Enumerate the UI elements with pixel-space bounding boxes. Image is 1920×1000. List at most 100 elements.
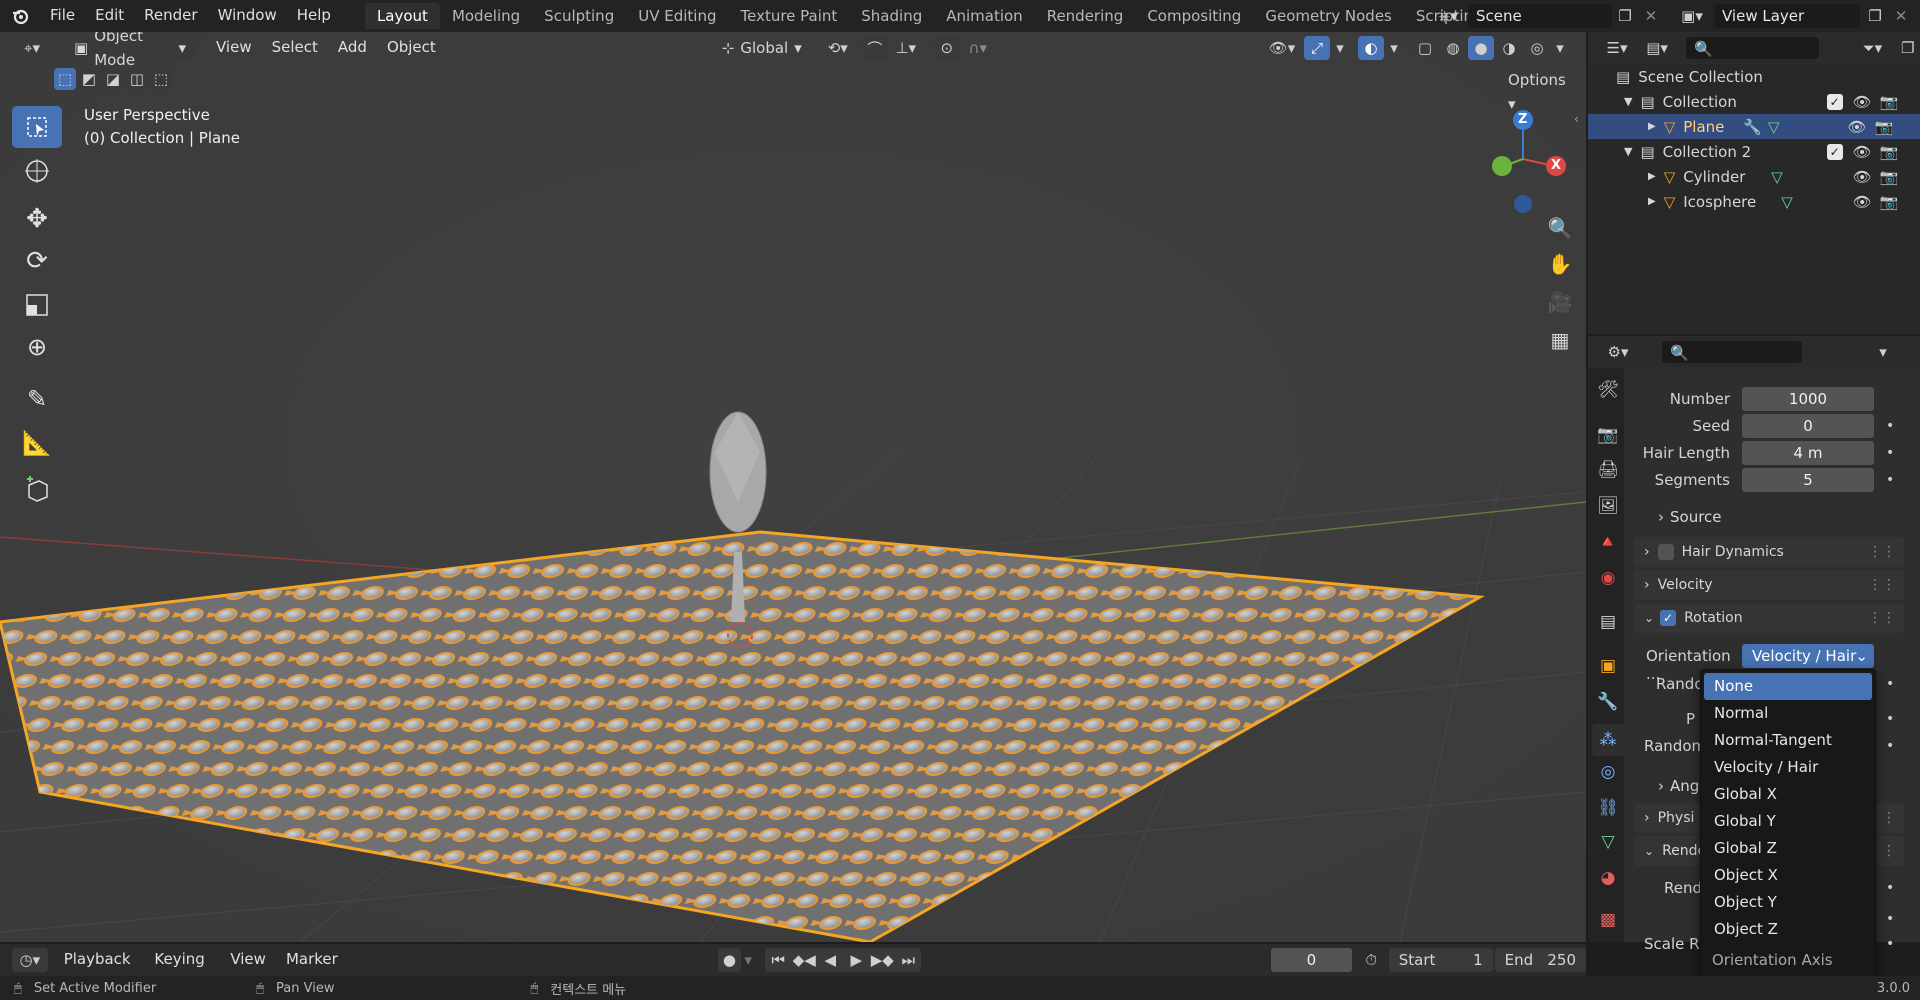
pan-hand-icon[interactable]: ✋: [1544, 248, 1576, 280]
rendered-shading-icon[interactable]: ◎: [1524, 36, 1550, 60]
tab-data-icon[interactable]: ▽: [1596, 832, 1620, 852]
view-layer-field[interactable]: View Layer: [1714, 4, 1860, 28]
tool-transform[interactable]: ⊕: [12, 326, 62, 368]
tab-shading[interactable]: Shading: [849, 3, 934, 29]
drag-handle-icon[interactable]: ⋮⋮: [1868, 610, 1896, 626]
seed-keyframe-dot[interactable]: •: [1886, 418, 1894, 434]
hair-dynamics-panel[interactable]: › Hair Dynamics ⋮⋮: [1634, 537, 1904, 567]
menu-help[interactable]: Help: [287, 0, 341, 32]
tab-modifiers-icon[interactable]: 🔧: [1596, 692, 1620, 712]
proportional-edit-icon[interactable]: ⊙: [933, 36, 960, 60]
select-invert-icon[interactable]: ◫: [126, 68, 148, 90]
tab-constraints-icon[interactable]: ⛓: [1596, 798, 1620, 818]
orientation-option-normal[interactable]: Normal: [1704, 700, 1872, 727]
tab-scene-icon[interactable]: 🔺: [1596, 532, 1620, 552]
select-subtract-icon[interactable]: ◪: [102, 68, 124, 90]
orientation-option-object-y[interactable]: Object Y: [1704, 889, 1872, 916]
play-icon[interactable]: ▶: [843, 948, 869, 972]
menu-file[interactable]: File: [40, 0, 85, 32]
tab-layout[interactable]: Layout: [364, 3, 440, 29]
select-extend-icon[interactable]: ◩: [78, 68, 100, 90]
render-camera-icon[interactable]: 📷: [1880, 193, 1899, 211]
viewport-menu-add[interactable]: Add: [328, 32, 377, 64]
visibility-eye-icon[interactable]: 👁: [1853, 93, 1872, 111]
transform-orientation-dropdown[interactable]: ⊹ Global ▾: [714, 36, 810, 60]
shading-menu-icon[interactable]: ▾: [1552, 36, 1568, 60]
tool-measure[interactable]: 📐: [12, 422, 62, 464]
proportional-falloff-icon[interactable]: ∩▾: [960, 36, 996, 60]
snap-toggle-icon[interactable]: ⌒: [861, 36, 888, 60]
outliner-search-input[interactable]: 🔍: [1686, 37, 1820, 59]
collection-exclude-checkbox[interactable]: ✓: [1826, 93, 1843, 110]
orientation-option-global-z[interactable]: Global Z: [1704, 835, 1872, 862]
collapse-sidebar-icon[interactable]: ‹: [1574, 112, 1579, 126]
timeline-keying-menu[interactable]: Keying ▾: [144, 944, 220, 998]
tab-uv-editing[interactable]: UV Editing: [626, 3, 728, 29]
visibility-eye-icon[interactable]: 👁: [1853, 143, 1872, 161]
orientation-dropdown[interactable]: Velocity / Hair ⌄: [1742, 644, 1874, 668]
properties-search-input[interactable]: 🔍: [1662, 341, 1802, 363]
play-reverse-icon[interactable]: ◀: [817, 948, 843, 972]
menu-render[interactable]: Render: [134, 0, 207, 32]
display-mode-icon[interactable]: ▤▾: [1640, 36, 1674, 60]
menu-edit[interactable]: Edit: [85, 0, 134, 32]
visibility-eye-icon[interactable]: 👁: [1847, 118, 1866, 136]
tab-modeling[interactable]: Modeling: [440, 3, 532, 29]
timeline-playback-menu[interactable]: Playback ▾: [54, 944, 145, 998]
tab-compositing[interactable]: Compositing: [1135, 3, 1253, 29]
tab-sculpting[interactable]: Sculpting: [532, 3, 626, 29]
orientation-option-object-z[interactable]: Object Z: [1704, 916, 1872, 943]
scale-keyframe-dot[interactable]: •: [1886, 911, 1894, 927]
current-frame-field[interactable]: 0: [1271, 948, 1352, 972]
scene-selector-icon[interactable]: ⎈▾: [1428, 4, 1468, 28]
segments-field[interactable]: 5: [1742, 468, 1874, 492]
viewport-3d[interactable]: ⌖▾ ▣ Object Mode ▾ View Select Add Object …: [0, 32, 1586, 942]
object-mode-dropdown[interactable]: ▣ Object Mode ▾: [64, 32, 196, 69]
render-camera-icon[interactable]: 📷: [1880, 143, 1899, 161]
tab-geometry-nodes[interactable]: Geometry Nodes: [1253, 3, 1404, 29]
hair-length-field[interactable]: 4 m: [1742, 441, 1874, 465]
tab-texture-paint[interactable]: Texture Paint: [728, 3, 849, 29]
keying-set-icon[interactable]: ▾: [741, 948, 755, 972]
tool-annotate[interactable]: ✎: [12, 378, 62, 420]
viewport-menu-object[interactable]: Object: [377, 32, 446, 64]
filter-icon[interactable]: ⏷▾: [1855, 36, 1889, 60]
outliner-plane-row[interactable]: ▶ ▽ Plane 🔧 ▽ 👁 📷: [1588, 114, 1920, 139]
expand-arrow-icon[interactable]: ▶: [1648, 171, 1656, 182]
rotation-checkbox[interactable]: ✓: [1660, 610, 1677, 626]
jump-end-icon[interactable]: ⏭: [895, 948, 921, 972]
orientation-option-global-y[interactable]: Global Y: [1704, 808, 1872, 835]
orientation-option-none[interactable]: None: [1704, 673, 1872, 700]
orientation-option-normal-tangent[interactable]: Normal-Tangent: [1704, 727, 1872, 754]
timeline-marker-menu[interactable]: Marker: [276, 944, 348, 976]
tool-rotate[interactable]: ⟳: [12, 240, 62, 282]
tab-material-icon[interactable]: ◕: [1596, 868, 1620, 888]
menu-window[interactable]: Window: [208, 0, 287, 32]
tab-animation[interactable]: Animation: [934, 3, 1034, 29]
outliner-cylinder-row[interactable]: ▶ ▽ Cylinder ▽ 👁 📷: [1588, 164, 1920, 189]
preview-range-icon[interactable]: ⏱: [1360, 948, 1383, 972]
rotation-panel[interactable]: ⌄ ✓ Rotation ⋮⋮: [1634, 603, 1904, 633]
new-view-layer-icon[interactable]: ❐: [1862, 4, 1888, 28]
material-shading-icon[interactable]: ◑: [1496, 36, 1522, 60]
editor-type-icon[interactable]: ⌖▾: [12, 36, 52, 60]
outliner-scene-collection[interactable]: ▤ Scene Collection: [1588, 64, 1920, 89]
tab-render-icon[interactable]: 📷: [1596, 425, 1620, 445]
angular-velocity-subpanel[interactable]: › Ang: [1658, 777, 1699, 795]
view-layer-selector-icon[interactable]: ▣▾: [1672, 4, 1712, 28]
end-frame-field[interactable]: End 250: [1494, 948, 1587, 972]
viewport-menu-select[interactable]: Select: [262, 32, 328, 64]
viewport-menu-view[interactable]: View: [206, 32, 262, 64]
random-keyframe-dot[interactable]: •: [1886, 676, 1894, 692]
start-frame-field[interactable]: Start 1: [1388, 948, 1493, 972]
outliner-editor-type-icon[interactable]: ☰▾: [1600, 36, 1634, 60]
number-field[interactable]: 1000: [1742, 387, 1874, 411]
visibility-eye-icon[interactable]: 👁: [1853, 168, 1872, 186]
segments-keyframe-dot[interactable]: •: [1886, 472, 1894, 488]
source-subpanel[interactable]: › Source: [1658, 508, 1722, 526]
render-as-keyframe-dot[interactable]: •: [1886, 880, 1894, 896]
solid-shading-icon[interactable]: ●: [1468, 36, 1494, 60]
random-phase-keyframe-dot[interactable]: •: [1886, 738, 1894, 754]
tool-cursor[interactable]: [12, 150, 62, 192]
zoom-icon[interactable]: 🔍: [1544, 212, 1576, 244]
